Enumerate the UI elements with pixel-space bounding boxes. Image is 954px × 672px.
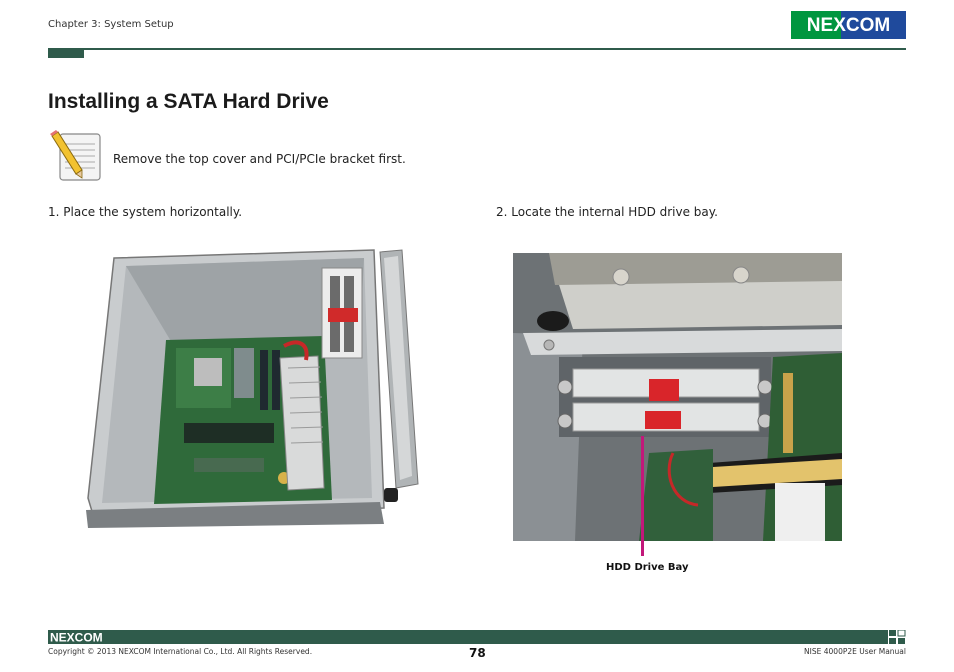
- header-rule: [48, 48, 906, 50]
- copyright-text: Copyright © 2013 NEXCOM International Co…: [48, 647, 313, 656]
- footer-nexcom-logo: NEXCOM: [50, 631, 103, 643]
- footer-logo-text: NEXCOM: [50, 631, 103, 643]
- note-text: Remove the top cover and PCI/PCIe bracke…: [113, 152, 406, 166]
- hdd-bay-callout-label: HDD Drive Bay: [606, 562, 689, 573]
- system-horizontal-photo: [86, 249, 419, 528]
- step-1-text: 1. Place the system horizontally.: [48, 205, 243, 219]
- hdd-bay-photo: [513, 253, 842, 541]
- nexcom-logo: NEXCOM: [791, 11, 906, 39]
- page-number: 78: [469, 646, 486, 660]
- hdd-bay-callout-line: [641, 436, 644, 556]
- header-tab: [48, 48, 84, 58]
- step-2-text: 2. Locate the internal HDD drive bay.: [496, 205, 718, 219]
- page-title: Installing a SATA Hard Drive: [48, 90, 329, 113]
- manual-title: NISE 4000P2E User Manual: [804, 647, 906, 656]
- footer-bar: [48, 630, 888, 644]
- logo-text: NEXCOM: [807, 15, 890, 36]
- footer-squares-icon: [889, 630, 906, 644]
- note-pencil-icon: [50, 130, 101, 181]
- chapter-heading: Chapter 3: System Setup: [48, 19, 174, 30]
